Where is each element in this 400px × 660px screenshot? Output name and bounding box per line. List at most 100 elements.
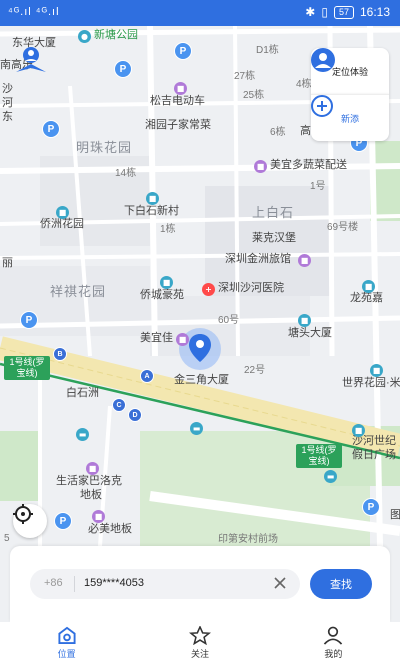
map-label: 高 bbox=[300, 125, 311, 137]
metro-exit-badge[interactable]: C bbox=[112, 398, 126, 412]
parking-icon[interactable]: P bbox=[42, 120, 60, 138]
bus-stop-icon[interactable]: ▬ bbox=[324, 470, 337, 483]
status-bar: ⁴ᴳ.ıl ⁴ᴳ.ıl ✱ ▯ 57 16:13 bbox=[0, 0, 400, 26]
map-label: 69号楼 bbox=[327, 222, 359, 233]
map-label: 世界花园·米 bbox=[342, 377, 400, 389]
search-panel: +86 159****4053 查找 bbox=[10, 546, 390, 622]
locate-experience-label: 定位体验 bbox=[331, 66, 368, 77]
phone-input[interactable]: +86 159****4053 bbox=[30, 569, 300, 599]
map-label: 深圳金洲旅馆 bbox=[225, 253, 291, 265]
map-label: 沙 bbox=[2, 83, 13, 95]
map-label: 东 bbox=[2, 111, 13, 123]
bottom-tab-bar: 位置 关注 我的 bbox=[0, 622, 400, 660]
shop-icon[interactable]: ■ bbox=[86, 462, 99, 475]
search-button[interactable]: 查找 bbox=[310, 569, 372, 599]
phone-number-value[interactable]: 159****4053 bbox=[84, 577, 144, 589]
shop-icon[interactable]: ■ bbox=[176, 333, 189, 346]
building-icon[interactable]: ■ bbox=[298, 314, 311, 327]
current-location-pin-icon[interactable] bbox=[189, 334, 211, 362]
map-label: 龙苑嘉 bbox=[350, 292, 383, 304]
map-label: 新塘公园 bbox=[94, 29, 138, 41]
clear-icon[interactable] bbox=[272, 575, 288, 591]
shop-icon[interactable]: ■ bbox=[254, 160, 267, 173]
residential-icon[interactable]: ■ bbox=[362, 280, 375, 293]
shop-icon[interactable]: ■ bbox=[92, 510, 105, 523]
map-label: 湘园子家常菜 bbox=[145, 119, 211, 131]
shop-icon[interactable]: ■ bbox=[298, 254, 311, 267]
metro-line-tag: 1号线(罗宝线) bbox=[4, 356, 50, 380]
bus-stop-icon[interactable]: ▬ bbox=[190, 422, 203, 435]
person-icon bbox=[324, 626, 343, 645]
map-label: 塘头大厦 bbox=[288, 327, 332, 339]
map-label: 河 bbox=[2, 97, 13, 109]
map-label: 深圳沙河医院 bbox=[218, 282, 284, 294]
residential-icon[interactable]: ■ bbox=[370, 364, 383, 377]
shop-icon[interactable]: ■ bbox=[174, 82, 187, 95]
recenter-button[interactable] bbox=[13, 504, 47, 538]
map-label: 美宜佳 bbox=[140, 332, 173, 344]
bluetooth-icon: ✱ bbox=[305, 5, 316, 19]
residential-icon[interactable]: ■ bbox=[160, 276, 173, 289]
map-label: 上白石 bbox=[252, 205, 295, 220]
app-screen: ⁴ᴳ.ıl ⁴ᴳ.ıl ✱ ▯ 57 16:13 东华大厦 南高乐 新塘公园 D… bbox=[0, 0, 400, 660]
map-label: 1号 bbox=[310, 181, 326, 192]
map-label: 祥祺花园 bbox=[50, 284, 107, 299]
map-label: 必美地板 bbox=[88, 523, 132, 535]
map-label: D1栋 bbox=[256, 45, 279, 56]
battery-indicator: 57 bbox=[333, 5, 354, 19]
map-label: 5 bbox=[4, 533, 10, 544]
country-code[interactable]: +86 bbox=[44, 577, 63, 589]
map-label: 生活家巴洛克 bbox=[56, 475, 122, 487]
map-view[interactable]: 东华大厦 南高乐 新塘公园 D1栋 27栋 4栋 25栋 松吉电动车 湘园子家常… bbox=[0, 26, 400, 546]
map-label: 下白石新村 bbox=[124, 205, 179, 217]
map-label: 白石洲 bbox=[66, 387, 99, 399]
tab-profile[interactable]: 我的 bbox=[267, 622, 400, 660]
hospital-icon[interactable]: + bbox=[202, 283, 215, 296]
map-label: 侨洲花园 bbox=[40, 218, 84, 230]
crosshair-icon bbox=[13, 504, 33, 524]
map-label: 莱克汉堡 bbox=[252, 232, 296, 244]
vibrate-icon: ▯ bbox=[321, 5, 328, 19]
clock: 16:13 bbox=[359, 5, 390, 19]
map-label: 14栋 bbox=[115, 168, 137, 179]
tab-label: 位置 bbox=[57, 649, 76, 659]
metro-exit-badge[interactable]: D bbox=[128, 408, 142, 422]
parking-icon[interactable]: P bbox=[54, 512, 72, 530]
tab-location[interactable]: 位置 bbox=[0, 622, 133, 660]
location-tab-icon bbox=[58, 626, 76, 645]
park-icon[interactable]: ● bbox=[78, 30, 91, 43]
star-icon bbox=[188, 626, 211, 645]
map-label: 松吉电动车 bbox=[150, 95, 205, 107]
map-label: 假日广场 bbox=[352, 449, 396, 461]
parking-icon[interactable]: P bbox=[20, 311, 38, 329]
friend-location-icon[interactable] bbox=[14, 44, 48, 76]
tab-label: 关注 bbox=[190, 649, 209, 659]
signal-indicator: ⁴ᴳ.ıl ⁴ᴳ.ıl bbox=[8, 6, 60, 18]
map-label: 印第安村前场 bbox=[218, 534, 278, 545]
bus-stop-icon[interactable]: ▬ bbox=[76, 428, 89, 441]
map-label: 金三角大厦 bbox=[174, 374, 229, 386]
add-friend-button[interactable]: 新添 bbox=[311, 94, 389, 141]
tab-label: 我的 bbox=[324, 649, 343, 659]
map-label: 27栋 bbox=[234, 71, 256, 82]
residential-icon[interactable]: ■ bbox=[146, 192, 159, 205]
map-label: 25栋 bbox=[243, 90, 265, 101]
parking-icon[interactable]: P bbox=[114, 60, 132, 78]
parking-icon[interactable]: P bbox=[362, 498, 380, 516]
user-avatar-icon bbox=[311, 48, 335, 72]
metro-exit-badge[interactable]: B bbox=[53, 347, 67, 361]
locate-experience-button[interactable]: 定位体验 bbox=[311, 48, 389, 94]
divider bbox=[74, 576, 75, 592]
plus-icon bbox=[311, 95, 333, 117]
parking-icon[interactable]: P bbox=[174, 42, 192, 60]
map-label: 1栋 bbox=[160, 224, 176, 235]
map-label: 60号 bbox=[218, 315, 240, 326]
map-label: 图 bbox=[390, 509, 400, 521]
residential-icon[interactable]: ■ bbox=[56, 206, 69, 219]
map-label: 地板 bbox=[80, 489, 102, 501]
tab-follow[interactable]: 关注 bbox=[133, 622, 266, 660]
metro-line-tag: 1号线(罗宝线) bbox=[296, 444, 342, 468]
status-right: ✱ ▯ 57 16:13 bbox=[305, 5, 390, 19]
building-icon[interactable]: ■ bbox=[352, 424, 365, 437]
metro-exit-badge[interactable]: A bbox=[140, 369, 154, 383]
